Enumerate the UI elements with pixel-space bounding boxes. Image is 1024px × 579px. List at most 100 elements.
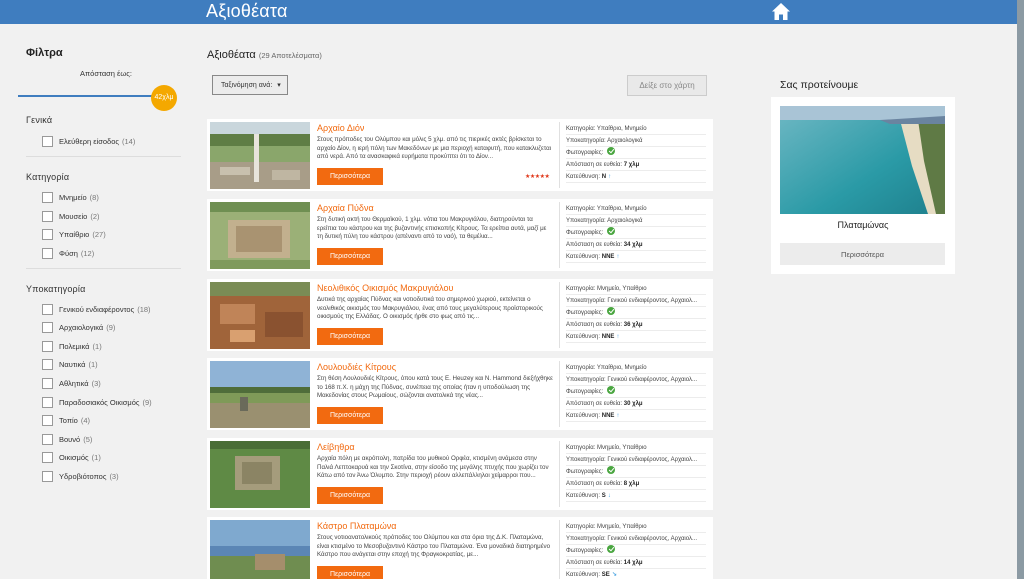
more-button[interactable]: Περισσότερα <box>317 566 383 579</box>
result-thumbnail[interactable] <box>210 361 310 428</box>
meta-photos: Φωτογραφίες: <box>566 386 706 398</box>
filter-outdoor[interactable]: Υπαίθριο (27) <box>42 227 106 241</box>
meta-subcategory: Υποκατηγορία: Γενικού ενδιαφέροντος, Αρχ… <box>566 374 706 386</box>
result-card: Νεολιθικός Οικισμός Μακρυγιάλου Δυτικά τ… <box>207 279 713 351</box>
result-title[interactable]: Αρχαία Πύδνα <box>317 203 374 213</box>
arrow-up-icon: ↑ <box>616 334 620 340</box>
filter-traditional-village[interactable]: Παραδοσιακός Οικισμός (9) <box>42 395 152 409</box>
filter-naval[interactable]: Ναυτικά (1) <box>42 357 98 371</box>
meta-label: Κατεύθυνση: <box>566 254 601 260</box>
meta-label: Υποκατηγορία: <box>566 536 606 542</box>
checkbox[interactable] <box>42 210 53 222</box>
sort-select[interactable]: Ταξινόμηση ανά: ▾ <box>212 75 288 95</box>
checkbox[interactable] <box>42 396 53 408</box>
filter-nature[interactable]: Φύση (12) <box>42 246 94 260</box>
divider <box>26 268 181 269</box>
meta-distance: Απόσταση σε ευθεία: 7 χλμ <box>566 159 706 171</box>
checkbox[interactable] <box>42 228 53 240</box>
meta-label: Κατεύθυνση: <box>566 334 601 340</box>
result-meta: Κατηγορία: Υπαίθριο, Μνημείο Υποκατηγορί… <box>566 123 706 183</box>
result-title[interactable]: Αρχαίο Διόν <box>317 123 364 133</box>
filter-label: Αρχαιολογικά <box>59 322 104 332</box>
home-icon[interactable] <box>771 2 791 21</box>
filters-title: Φίλτρα <box>26 47 63 59</box>
meta-label: Υποκατηγορία: <box>566 218 606 224</box>
result-card: Κάστρο Πλαταμώνα Στους νοτιοανατολικούς … <box>207 517 713 579</box>
result-thumbnail[interactable] <box>210 122 310 189</box>
filter-settlement[interactable]: Οικισμός (1) <box>42 450 101 464</box>
checkbox[interactable] <box>42 135 53 147</box>
checkbox[interactable] <box>42 191 53 203</box>
checkbox[interactable] <box>42 433 53 445</box>
checkbox[interactable] <box>42 340 53 352</box>
meta-label: Απόσταση σε ευθεία: <box>566 481 623 487</box>
filter-museum[interactable]: Μουσείο (2) <box>42 209 100 223</box>
result-title[interactable]: Νεολιθικός Οικισμός Μακρυγιάλου <box>317 283 453 293</box>
result-title[interactable]: Λείβηθρα <box>317 442 355 452</box>
meta-category: Κατηγορία: Υπαίθριο, Μνημείο <box>566 123 706 135</box>
checkbox[interactable] <box>42 470 53 482</box>
check-icon <box>607 147 616 156</box>
result-thumbnail[interactable] <box>210 282 310 349</box>
suggest-more-button[interactable]: Περισσότερα <box>780 243 945 265</box>
meta-direction: Κατεύθυνση: SE ↘ <box>566 569 706 579</box>
result-description: Στους πρόποδες του Ολύμπου και μόλις 5 χ… <box>317 136 552 161</box>
filter-sports[interactable]: Αθλητικά (3) <box>42 376 101 390</box>
meta-subcategory: Υποκατηγορία: Αρχαιολογικά <box>566 135 706 147</box>
result-meta: Κατηγορία: Υπαίθριο, Μνημείο Υποκατηγορί… <box>566 203 706 263</box>
filter-label: Ναυτικά <box>59 359 86 369</box>
meta-value: Γενικού ενδιαφέροντος, Αρχαιολ... <box>607 457 697 463</box>
filter-archaeological[interactable]: Αρχαιολογικά (9) <box>42 320 115 334</box>
more-button[interactable]: Περισσότερα <box>317 407 383 424</box>
filter-count: (1) <box>88 359 98 369</box>
checkbox[interactable] <box>42 321 53 333</box>
more-button[interactable]: Περισσότερα <box>317 328 383 345</box>
meta-value: 8 χλμ <box>623 481 640 487</box>
page-scrollbar[interactable] <box>1017 0 1024 579</box>
top-bar: Αξιοθέατα <box>0 0 1017 24</box>
result-card: Αρχαία Πύδνα Στη δυτική ακτή του Θερμαϊκ… <box>207 199 713 271</box>
filter-label: Γενικού ενδιαφέροντος <box>59 304 135 314</box>
filter-free-entry[interactable]: Ελεύθερη είσοδος (14) <box>42 134 135 148</box>
meta-label: Κατηγορία: <box>566 206 596 212</box>
checkbox[interactable] <box>42 303 53 315</box>
more-button[interactable]: Περισσότερα <box>317 248 383 265</box>
results-heading: Αξιοθέατα <box>207 49 256 61</box>
checkbox[interactable] <box>42 414 53 426</box>
filter-monument[interactable]: Μνημείο (8) <box>42 190 99 204</box>
filter-war[interactable]: Πολεμικά (1) <box>42 339 102 353</box>
result-thumbnail[interactable] <box>210 202 310 269</box>
result-title[interactable]: Λουλουδιές Κίτρους <box>317 362 396 372</box>
check-icon <box>607 227 616 236</box>
filter-general-interest[interactable]: Γενικού ενδιαφέροντος (18) <box>42 302 151 316</box>
filter-wetland[interactable]: Υδροβιότοπος (3) <box>42 469 119 483</box>
filter-landscape[interactable]: Τοπίο (4) <box>42 413 90 427</box>
filter-count: (27) <box>92 229 106 239</box>
meta-value: NNE <box>601 254 615 260</box>
result-description: Στη δυτική ακτή του Θερμαϊκού, 1 χλμ. νό… <box>317 216 547 241</box>
show-on-map-button[interactable]: Δείξε στο χάρτη <box>627 75 707 96</box>
result-thumbnail[interactable] <box>210 441 310 508</box>
suggest-card: Πλαταμώνας Περισσότερα <box>771 97 955 274</box>
suggest-place-name[interactable]: Πλαταμώνας <box>771 220 955 230</box>
suggest-title: Σας προτείνουμε <box>780 79 859 91</box>
filter-label: Υδροβιότοπος <box>59 471 107 481</box>
checkbox[interactable] <box>42 247 53 259</box>
filter-label: Υπαίθριο <box>59 229 90 239</box>
meta-category: Κατηγορία: Μνημείο, Υπαίθριο <box>566 442 706 454</box>
result-thumbnail[interactable] <box>210 520 310 579</box>
more-button[interactable]: Περισσότερα <box>317 168 383 185</box>
checkbox[interactable] <box>42 377 53 389</box>
check-icon <box>607 386 616 395</box>
distance-slider-track[interactable] <box>18 95 160 97</box>
filter-mountain[interactable]: Βουνό (5) <box>42 432 92 446</box>
result-title[interactable]: Κάστρο Πλαταμώνα <box>317 521 396 531</box>
checkbox[interactable] <box>42 451 53 463</box>
meta-value: NNE <box>601 413 615 419</box>
filter-label: Ελεύθερη είσοδος <box>59 136 120 146</box>
suggest-photo[interactable] <box>780 106 945 214</box>
checkbox[interactable] <box>42 358 53 370</box>
more-button[interactable]: Περισσότερα <box>317 487 383 504</box>
distance-slider-handle[interactable]: 42χλμ <box>151 85 177 111</box>
meta-photos: Φωτογραφίες: <box>566 545 706 557</box>
